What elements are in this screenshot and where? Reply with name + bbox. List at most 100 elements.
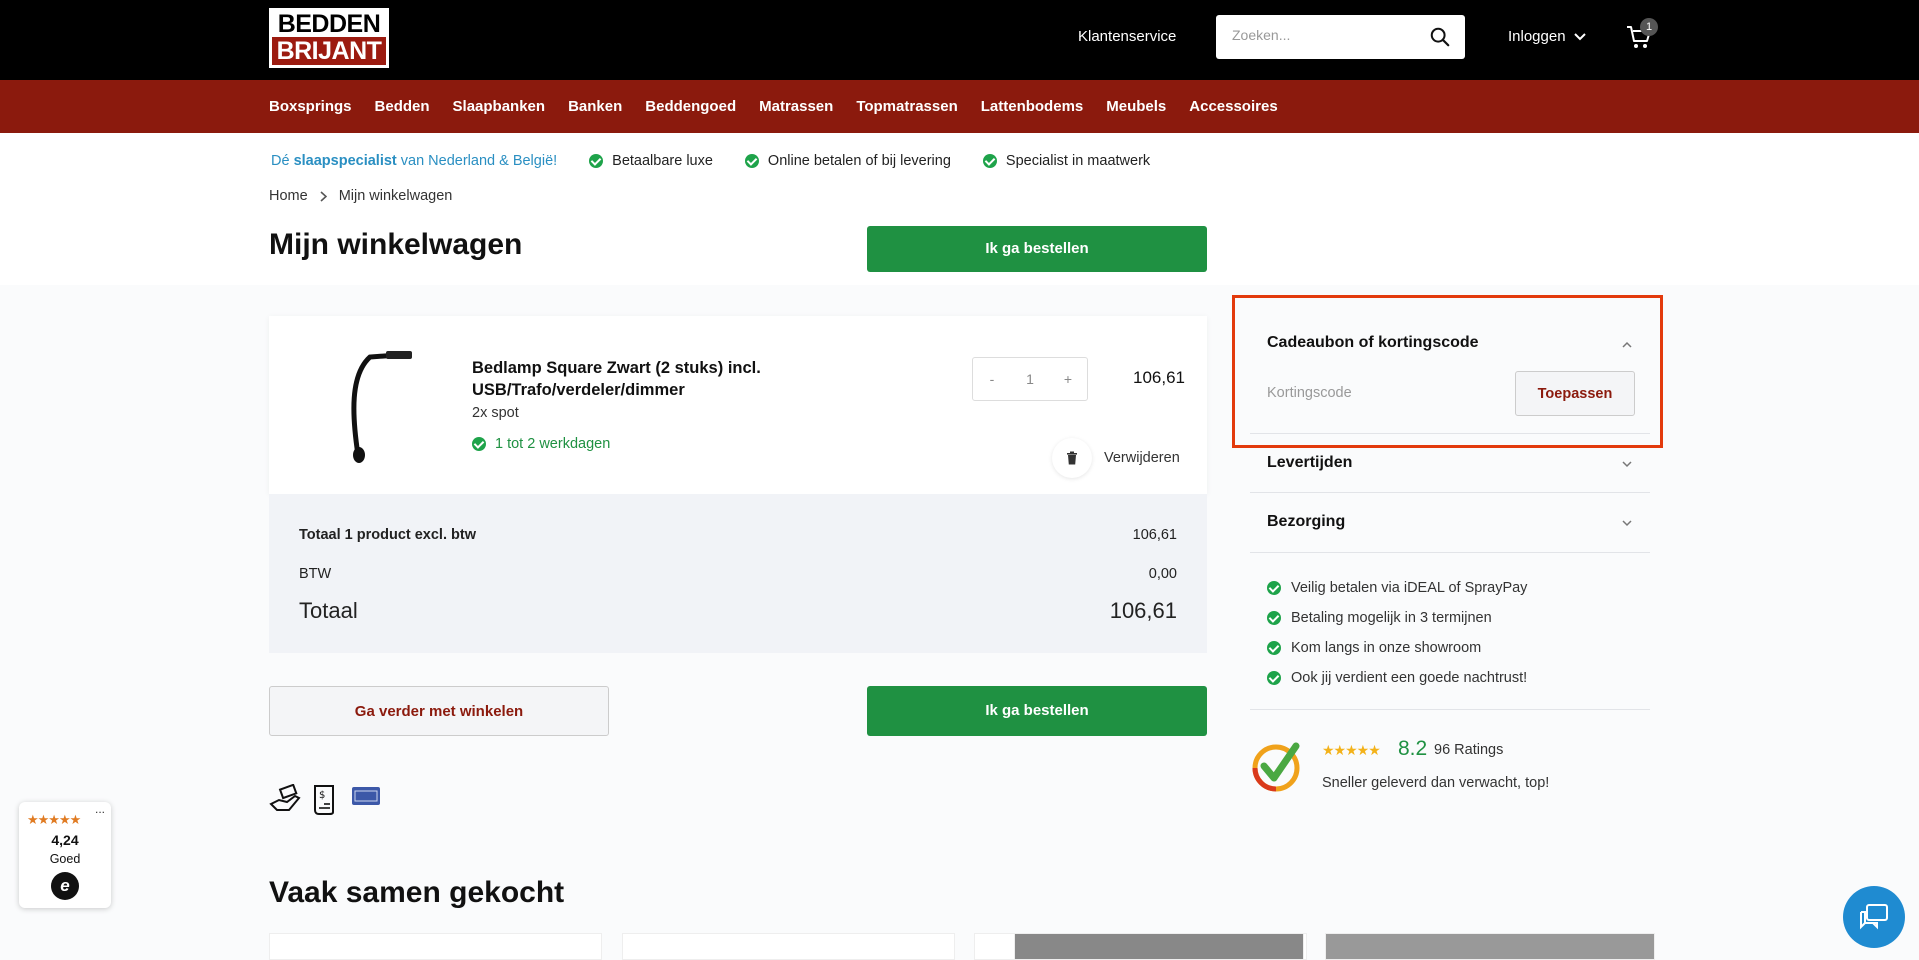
invoice-icon: $ [314, 785, 334, 815]
usp-item-label: Betaalbare luxe [612, 153, 713, 169]
cart-count-badge: 1 [1640, 18, 1658, 36]
product-name[interactable]: Bedlamp Square Zwart (2 stuks) incl. USB… [472, 357, 802, 401]
usp-item: Specialist in maatwerk [982, 153, 1151, 169]
search-input[interactable] [1232, 27, 1422, 43]
nav-item-accessoires[interactable]: Accessoires [1189, 98, 1277, 115]
chevron-down-icon[interactable] [1622, 518, 1632, 528]
top-header: BEDDEN BRIJANT Klantenservice Inloggen 1 [0, 0, 1919, 80]
order-button-bottom[interactable]: Ik ga bestellen [867, 686, 1207, 736]
chevron-down-icon [1573, 32, 1586, 40]
breadcrumb-home[interactable]: Home [269, 188, 308, 204]
usp-tagline: Dé slaapspecialist van Nederland & Belgi… [271, 153, 557, 169]
nav-item-meubels[interactable]: Meubels [1106, 98, 1166, 115]
nav-item-beddengoed[interactable]: Beddengoed [645, 98, 736, 115]
rating-stars: ★★★★★ [1322, 742, 1381, 758]
delivery-time: 1 tot 2 werkdagen [472, 436, 610, 452]
trusted-shops-logo: e [51, 872, 79, 900]
search-icon[interactable] [1429, 26, 1451, 48]
check-icon [1267, 611, 1281, 625]
nav-item-slaapbanken[interactable]: Slaapbanken [453, 98, 546, 115]
nav-item-lattenbodems[interactable]: Lattenbodems [981, 98, 1084, 115]
benefits-list: Veilig betalen via iDEAL of SprayPay Bet… [1267, 573, 1527, 693]
chat-icon [1860, 904, 1888, 930]
divider [1250, 709, 1650, 710]
trusted-shops-badge[interactable]: ★★★★★ ... 4,24 Goed e [19, 802, 111, 908]
usp-bar: Dé slaapspecialist van Nederland & Belgi… [271, 151, 1182, 171]
remove-label: Verwijderen [1104, 450, 1180, 466]
search-box [1216, 15, 1465, 59]
nav-item-bedden[interactable]: Bedden [375, 98, 430, 115]
usp-item-label: Specialist in maatwerk [1005, 153, 1151, 169]
delivery-times-accordion[interactable]: Levertijden [1267, 454, 1352, 472]
benefit-item: Ook jij verdient een goede nachtrust! [1267, 663, 1527, 693]
trash-icon [1067, 451, 1077, 465]
card-payment-icon [352, 787, 380, 805]
benefit-label: Kom langs in onze showroom [1291, 640, 1482, 656]
vat-value: 0,00 [1148, 566, 1177, 582]
total-row: Totaal 106,61 [299, 598, 1177, 624]
chat-button[interactable] [1843, 886, 1905, 948]
rating-count: 96 Ratings [1434, 742, 1504, 758]
login-dropdown[interactable]: Inloggen [1508, 28, 1586, 45]
order-button-top[interactable]: Ik ga bestellen [867, 226, 1207, 272]
check-icon [1267, 671, 1281, 685]
rating-quote: Sneller geleverd dan verwacht, top! [1322, 775, 1550, 791]
nav-item-topmatrassen[interactable]: Topmatrassen [856, 98, 957, 115]
remove-item-button[interactable]: Verwijderen [1052, 438, 1180, 478]
svg-text:$: $ [319, 790, 325, 801]
subtotal-value: 106,61 [1132, 527, 1177, 543]
divider [1250, 492, 1650, 493]
chevron-down-icon[interactable] [1622, 459, 1632, 469]
rating-score: 8.2 [1398, 737, 1428, 760]
check-icon [744, 154, 759, 168]
nav-item-matrassen[interactable]: Matrassen [759, 98, 833, 115]
benefit-label: Veilig betalen via iDEAL of SprayPay [1291, 580, 1528, 596]
recommended-product-image[interactable] [1325, 933, 1655, 960]
quantity-stepper: - 1 + [972, 357, 1088, 401]
nav-item-boxsprings[interactable]: Boxsprings [269, 98, 352, 115]
delivery-time-label: 1 tot 2 werkdagen [495, 436, 611, 452]
qty-value[interactable]: 1 [1011, 371, 1049, 387]
benefit-label: Betaling mogelijk in 3 termijnen [1291, 610, 1492, 626]
trusted-stars: ★★★★★ [27, 812, 81, 827]
cart-totals: Totaal 1 product excl. btw 106,61 BTW 0,00… [269, 494, 1207, 653]
recommended-product-tile[interactable] [622, 933, 955, 960]
nav-item-banken[interactable]: Banken [568, 98, 622, 115]
subtotal-label: Totaal 1 product excl. btw [299, 527, 476, 543]
benefit-label: Ook jij verdient een goede nachtrust! [1291, 670, 1528, 686]
continue-shopping-button[interactable]: Ga verder met winkelen [269, 686, 609, 736]
qty-increase-button[interactable]: + [1049, 371, 1087, 387]
tagline-bold: slaapspecialist [293, 153, 397, 169]
usp-item-label: Online betalen of bij levering [767, 153, 951, 169]
qty-decrease-button[interactable]: - [973, 371, 1011, 387]
trusted-label: Goed [49, 852, 81, 866]
review-rating[interactable]: ★★★★★ 8.2 96 Ratings Sneller geleverd da… [1252, 737, 1652, 792]
tagline-prefix: Dé [271, 153, 294, 169]
divider [1250, 552, 1650, 553]
subtotal-row: Totaal 1 product excl. btw 106,61 [299, 527, 1177, 543]
logo-line-2: BRIJANT [272, 37, 386, 65]
vat-row: BTW 0,00 [299, 566, 1177, 582]
main-navigation: Boxsprings Bedden Slaapbanken Banken Bed… [0, 80, 1919, 133]
brand-logo[interactable]: BEDDEN BRIJANT [269, 8, 389, 68]
customer-service-link[interactable]: Klantenservice [1078, 28, 1176, 45]
recommended-product-tile[interactable] [269, 933, 602, 960]
payment-icons: $ [269, 784, 381, 816]
vat-label: BTW [299, 566, 332, 582]
check-icon [472, 437, 486, 451]
shipping-accordion[interactable]: Bezorging [1267, 513, 1345, 531]
more-options-icon[interactable]: ... [95, 802, 105, 816]
usp-item: Online betalen of bij levering [744, 153, 951, 169]
benefit-item: Veilig betalen via iDEAL of SprayPay [1267, 573, 1527, 603]
check-icon [982, 154, 997, 168]
recommended-product-image[interactable] [1014, 933, 1304, 960]
total-value: 106,61 [1109, 598, 1177, 623]
product-image[interactable] [340, 345, 420, 465]
login-label: Inloggen [1508, 28, 1566, 45]
benefit-item: Betaling mogelijk in 3 termijnen [1267, 603, 1527, 633]
coupon-highlight-frame [1232, 295, 1663, 448]
trusted-score: 4,24 [51, 832, 79, 848]
trash-icon-button[interactable] [1052, 438, 1092, 478]
cash-on-delivery-icon [269, 784, 301, 811]
benefit-item: Kom langs in onze showroom [1267, 633, 1527, 663]
